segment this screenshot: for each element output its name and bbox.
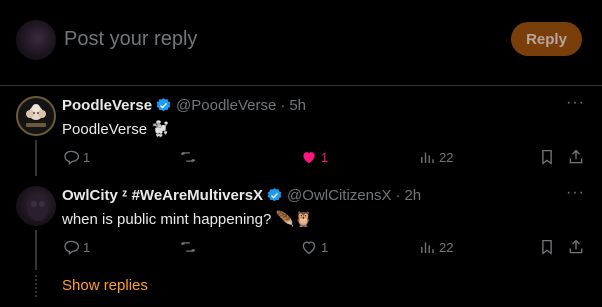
views-count: 22 xyxy=(439,149,454,165)
views-action[interactable]: 22 xyxy=(418,238,453,256)
retweet-action[interactable] xyxy=(179,238,200,256)
show-replies-link[interactable]: Show replies xyxy=(62,277,148,294)
verified-badge-icon xyxy=(267,188,282,202)
share-action[interactable] xyxy=(567,148,585,166)
views-count: 22 xyxy=(439,239,454,255)
display-name[interactable]: PoodleVerse xyxy=(62,97,152,114)
reply-icon xyxy=(64,150,80,166)
bookmark-icon xyxy=(542,149,552,165)
reply-composer: Post your reply Reply xyxy=(0,0,602,86)
tweet-text: when is public mint happening? 🪶🦉 xyxy=(62,211,313,228)
share-icon xyxy=(569,239,583,254)
avatar[interactable] xyxy=(16,96,56,136)
reply-icon xyxy=(64,240,80,256)
thread-dots xyxy=(35,275,37,297)
bookmark-action[interactable] xyxy=(538,238,556,256)
views-icon xyxy=(421,242,434,253)
thread-line xyxy=(35,230,37,270)
more-icon[interactable]: ··· xyxy=(566,184,585,202)
separator-dot: · xyxy=(280,97,286,114)
like-action[interactable]: 1 xyxy=(300,238,328,256)
like-icon xyxy=(303,152,315,164)
bookmark-icon xyxy=(542,239,552,255)
like-icon xyxy=(302,241,316,255)
reply-count: 1 xyxy=(83,239,91,255)
tweet[interactable]: OwlCity ᶻ #WeAreMultiversX @OwlCitizensX… xyxy=(0,176,602,307)
tweet[interactable]: PoodleVerse @PoodleVerse · 5h ··· Poodle… xyxy=(0,86,602,176)
more-icon[interactable]: ··· xyxy=(566,94,585,112)
like-count: 1 xyxy=(321,239,329,255)
views-action[interactable]: 22 xyxy=(418,148,453,166)
tweet-text: PoodleVerse 🐩 xyxy=(62,121,170,138)
retweet-action[interactable] xyxy=(179,148,200,166)
reply-count: 1 xyxy=(83,149,91,165)
views-icon xyxy=(421,152,434,163)
timestamp[interactable]: 5h xyxy=(289,97,306,114)
reply-action[interactable]: 1 xyxy=(62,238,90,256)
handle[interactable]: @OwlCitizensX xyxy=(287,187,391,204)
share-icon xyxy=(569,149,583,164)
tweet-header: OwlCity ᶻ #WeAreMultiversX @OwlCitizensX… xyxy=(62,187,421,204)
timestamp[interactable]: 2h xyxy=(404,187,421,204)
tweet-header: PoodleVerse @PoodleVerse · 5h xyxy=(62,97,306,114)
avatar[interactable] xyxy=(16,186,56,226)
thread-line xyxy=(35,140,37,176)
retweet-icon xyxy=(180,152,196,162)
bookmark-action[interactable] xyxy=(538,148,556,166)
share-action[interactable] xyxy=(567,238,585,256)
separator-dot: · xyxy=(395,187,401,204)
tweet-actions: 1 1 22 xyxy=(62,148,592,168)
user-avatar[interactable] xyxy=(16,20,56,60)
reply-action[interactable]: 1 xyxy=(62,148,90,166)
reply-input[interactable]: Post your reply xyxy=(64,28,197,51)
tweet-actions: 1 1 22 xyxy=(62,238,592,258)
reply-button[interactable]: Reply xyxy=(511,22,582,56)
verified-badge-icon xyxy=(156,98,171,112)
like-action[interactable]: 1 xyxy=(300,148,328,166)
retweet-icon xyxy=(180,242,196,252)
like-count: 1 xyxy=(321,149,329,165)
handle[interactable]: @PoodleVerse xyxy=(176,97,276,114)
display-name[interactable]: OwlCity ᶻ #WeAreMultiversX xyxy=(62,187,263,204)
